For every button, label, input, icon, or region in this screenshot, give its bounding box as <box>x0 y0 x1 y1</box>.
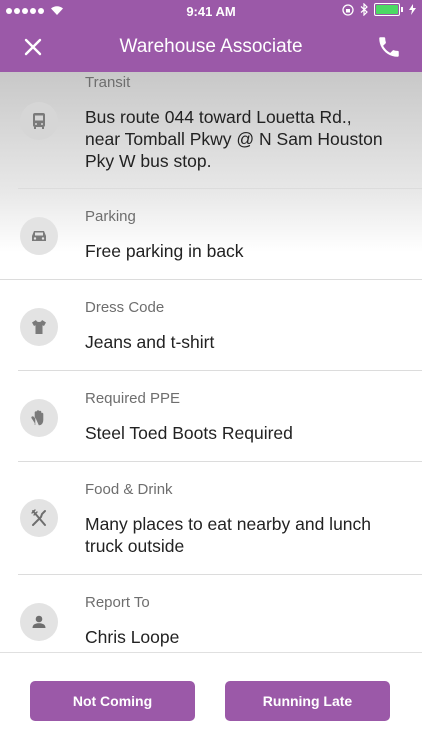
tshirt-icon <box>32 320 46 334</box>
detail-row-dress-code: Dress Code Jeans and t-shirt <box>18 280 422 371</box>
nav-bar: Warehouse Associate <box>0 22 422 72</box>
bluetooth-icon <box>360 3 368 16</box>
bus-icon-wrap <box>20 102 58 140</box>
phone-icon[interactable] <box>376 34 402 60</box>
battery-icon <box>374 3 400 16</box>
bus-icon <box>33 113 45 129</box>
action-footer: Not Coming Running Late <box>0 652 422 751</box>
person-icon-wrap <box>20 603 58 641</box>
not-coming-button[interactable]: Not Coming <box>30 681 195 721</box>
detail-value: Many places to eat nearby and lunch truc… <box>85 514 372 556</box>
detail-label: Report To <box>85 594 150 611</box>
detail-row-required-ppe: Required PPE Steel Toed Boots Required <box>18 371 422 462</box>
detail-label: Dress Code <box>85 299 165 316</box>
detail-row-transit: Transit Bus route 044 toward Louetta Rd.… <box>18 72 422 189</box>
fork-knife-icon <box>31 509 46 526</box>
page-title: Warehouse Associate <box>119 36 303 57</box>
job-details-list[interactable]: Transit Bus route 044 toward Louetta Rd.… <box>0 72 422 652</box>
tshirt-icon-wrap <box>20 308 58 346</box>
detail-label: Food & Drink <box>85 481 173 498</box>
detail-row-report-to: Report To Chris Loope <box>18 575 422 652</box>
detail-value: Steel Toed Boots Required <box>85 423 293 443</box>
running-late-button[interactable]: Running Late <box>225 681 390 721</box>
detail-label: Transit <box>85 74 131 91</box>
status-bar: 9:41 AM <box>0 0 422 22</box>
detail-value: Free parking in back <box>85 241 244 261</box>
rotation-lock-icon <box>342 3 354 16</box>
detail-value: Chris Loope <box>85 627 180 647</box>
detail-row-food-drink: Food & Drink Many places to eat nearby a… <box>18 462 422 575</box>
fork-knife-icon-wrap <box>20 499 58 537</box>
detail-label: Parking <box>85 208 136 225</box>
glove-icon-wrap <box>20 399 58 437</box>
detail-value: Jeans and t-shirt <box>85 332 215 352</box>
detail-row-parking: Parking Free parking in back <box>0 189 422 280</box>
car-icon-wrap <box>20 217 58 255</box>
glove-icon <box>31 410 44 426</box>
detail-value: Bus route 044 toward Louetta Rd., near T… <box>85 107 383 171</box>
charging-icon <box>409 4 416 15</box>
car-icon <box>32 231 46 241</box>
person-icon <box>32 615 46 628</box>
detail-label: Required PPE <box>85 390 181 407</box>
